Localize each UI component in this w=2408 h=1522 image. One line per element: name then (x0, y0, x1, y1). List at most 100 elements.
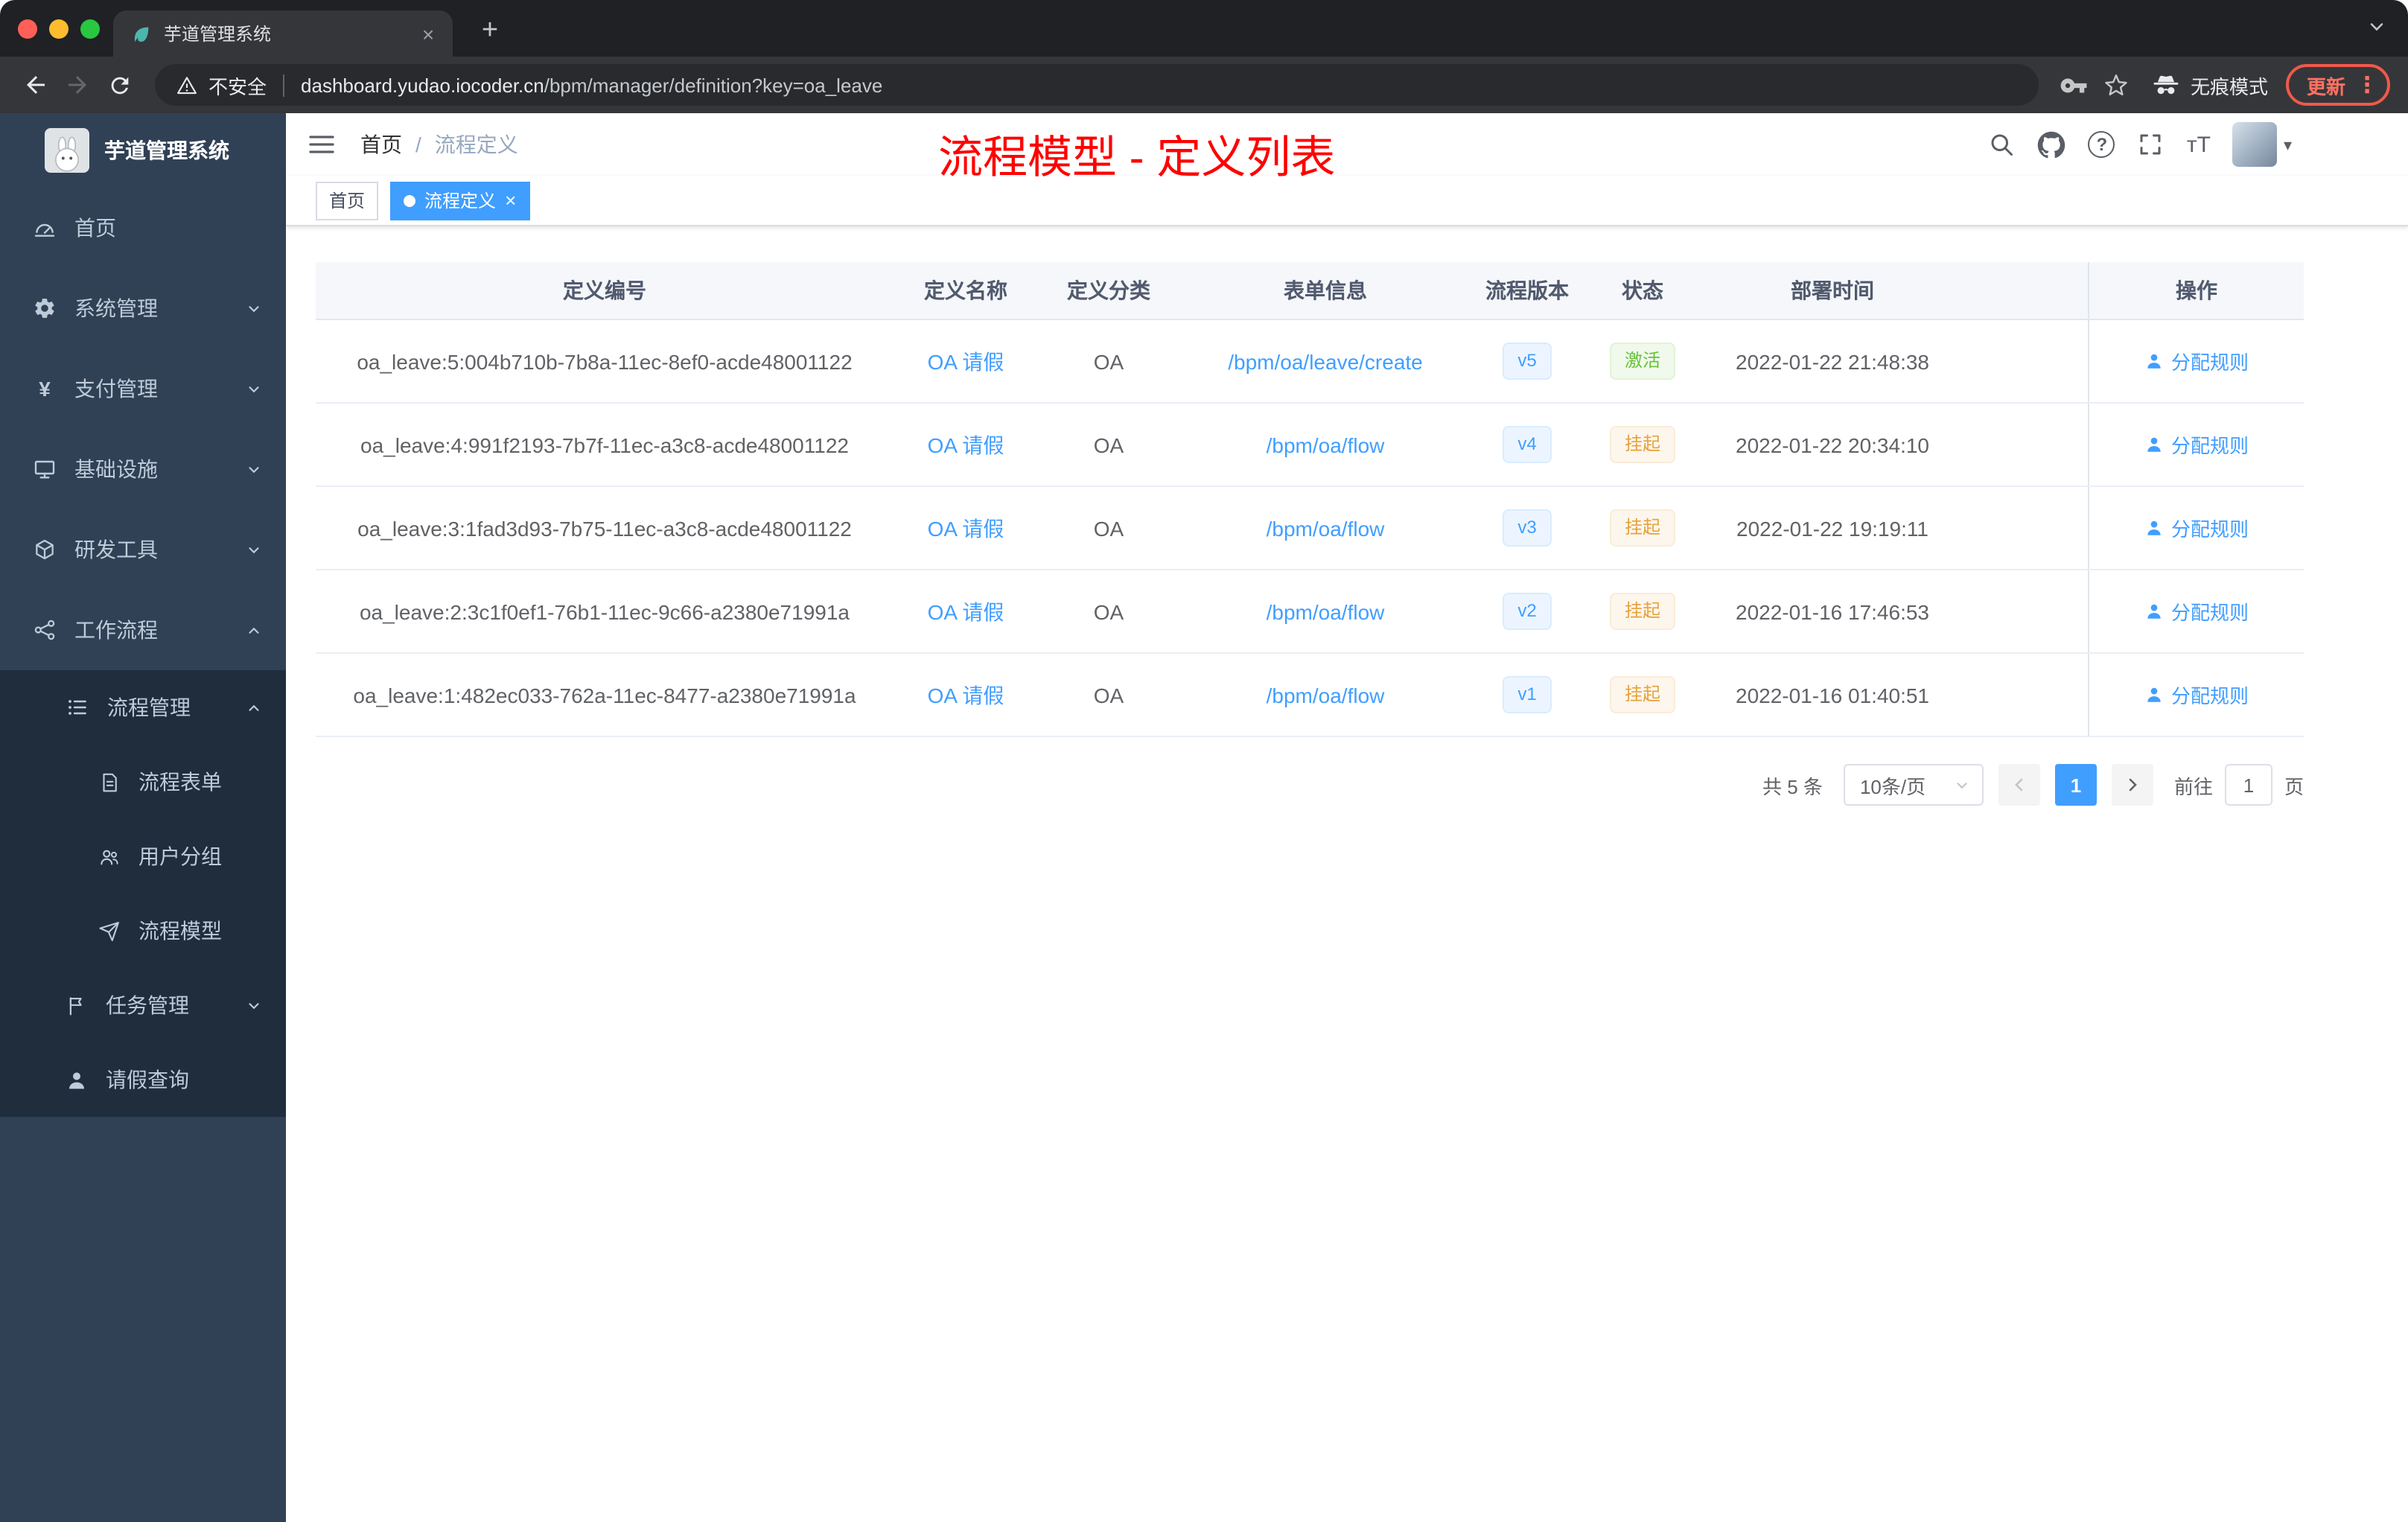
breadcrumb-home[interactable]: 首页 (360, 130, 402, 159)
password-key-icon[interactable] (2054, 64, 2095, 106)
sidebar-item-process-form[interactable]: 流程表单 (0, 745, 286, 819)
chevron-down-icon (246, 997, 262, 1013)
minimize-window-button[interactable] (49, 19, 69, 38)
col-header-definition-name: 定义名称 (924, 278, 1007, 302)
cell-deploy-time: 2022-01-16 17:46:53 (1736, 599, 1929, 623)
sidebar-item-system[interactable]: 系统管理 (0, 268, 286, 348)
sidebar-item-label: 系统管理 (74, 296, 158, 320)
tab-search-chevron-icon[interactable] (2366, 16, 2387, 37)
page-annotation: 流程模型 - 定义列表 (938, 134, 1336, 183)
omnibox-divider (283, 74, 285, 96)
assign-rule-link[interactable]: 分配规则 (2144, 597, 2249, 625)
tag-home[interactable]: 首页 (316, 181, 379, 220)
version-tag: v4 (1503, 426, 1552, 463)
zoom-window-button[interactable] (80, 19, 100, 38)
definition-name-link[interactable]: OA 请假 (928, 596, 1004, 626)
github-icon[interactable] (2038, 130, 2066, 159)
chevron-down-icon (246, 380, 262, 397)
page-size-select[interactable]: 10条/页 (1843, 764, 1984, 806)
goto-unit: 页 (2284, 775, 2304, 797)
sidebar-item-process-model[interactable]: 流程模型 (0, 894, 286, 968)
status-badge: 挂起 (1609, 509, 1675, 547)
user-menu[interactable]: ▾ (2232, 122, 2292, 167)
font-size-icon[interactable]: тT (2187, 132, 2211, 157)
sidebar-item-label: 流程表单 (138, 770, 222, 794)
form-info-link[interactable]: /bpm/oa/flow (1267, 599, 1385, 623)
table-header-row: 定义编号 定义名称 定义分类 表单信息 流程版本 状态 部署时间 操作 (316, 262, 2304, 320)
tab-strip: 芋道管理系统 × + (0, 0, 2408, 57)
close-window-button[interactable] (18, 19, 37, 38)
col-header-form-info: 表单信息 (1284, 278, 1367, 302)
col-header-spacer (1963, 262, 2088, 319)
tag-close-icon[interactable]: × (505, 191, 516, 210)
tab-close-icon[interactable]: × (415, 21, 441, 46)
hamburger-icon[interactable] (307, 130, 337, 159)
sidebar-item-workflow[interactable]: 工作流程 (0, 590, 286, 670)
table-row: oa_leave:4:991f2193-7b7f-11ec-a3c8-acde4… (316, 404, 2304, 487)
next-page-button[interactable] (2111, 764, 2153, 806)
assign-rule-label: 分配规则 (2170, 435, 2249, 457)
help-icon[interactable]: ? (2088, 131, 2115, 158)
url-host: dashboard.yudao.iocoder.cn (301, 74, 544, 96)
workflow-icon (33, 618, 57, 642)
sidebar-item-process-management[interactable]: 流程管理 (0, 670, 286, 745)
definition-name-link[interactable]: OA 请假 (928, 346, 1004, 376)
page-number-button[interactable]: 1 (2054, 764, 2097, 806)
browser-navbar: 不安全 dashboard.yudao.iocoder.cn /bpm/mana… (0, 57, 2408, 113)
table-row: oa_leave:5:004b710b-7b8a-11ec-8ef0-acde4… (316, 320, 2304, 404)
goto-page-input[interactable] (2224, 764, 2272, 806)
sidebar: 芋道管理系统 首页 系统管理 ¥ 支付管理 基础设施 研发工具 工作流程 流程管… (0, 113, 286, 1522)
bookmark-star-icon[interactable] (2095, 64, 2137, 106)
assign-rule-link[interactable]: 分配规则 (2144, 514, 2249, 542)
search-icon[interactable] (1989, 131, 2016, 158)
chrome-update-button[interactable]: 更新 ⋮ (2285, 64, 2390, 106)
user-avatar[interactable] (2232, 122, 2278, 167)
sidebar-item-label: 基础设施 (74, 457, 158, 481)
col-header-version: 流程版本 (1485, 278, 1569, 302)
incognito-icon (2152, 71, 2180, 99)
sidebar-item-task-management[interactable]: 任务管理 (0, 968, 286, 1042)
definition-name-link[interactable]: OA 请假 (928, 513, 1004, 543)
assign-rule-label: 分配规则 (2170, 602, 2249, 624)
form-info-link[interactable]: /bpm/oa/flow (1267, 516, 1385, 540)
col-header-deploy-time: 部署时间 (1791, 278, 1874, 302)
tag-label: 流程定义 (424, 191, 497, 211)
flag-icon (66, 994, 88, 1016)
browser-tab[interactable]: 芋道管理系统 × (113, 10, 453, 57)
back-button[interactable] (15, 64, 57, 106)
prev-page-button[interactable] (1998, 764, 2040, 806)
col-header-actions: 操作 (2088, 262, 2304, 319)
assign-rule-label: 分配规则 (2170, 518, 2249, 541)
security-label[interactable]: 不安全 (208, 71, 267, 99)
tag-process-definition[interactable]: 流程定义 × (390, 181, 530, 220)
goto-page: 前往 页 (2174, 764, 2304, 806)
forward-button[interactable] (57, 64, 98, 106)
reload-button[interactable] (98, 64, 140, 106)
active-dot (404, 194, 416, 206)
sidebar-item-label: 工作流程 (74, 618, 158, 642)
app-topbar: 首页 / 流程定义 流程模型 - 定义列表 ? тT ▾ (286, 113, 2408, 183)
sidebar-item-payment[interactable]: ¥ 支付管理 (0, 348, 286, 429)
form-info-link[interactable]: /bpm/oa/flow (1267, 433, 1385, 456)
sidebar-item-leave-query[interactable]: 请假查询 (0, 1042, 286, 1117)
assign-rule-link[interactable]: 分配规则 (2144, 430, 2249, 459)
sidebar-item-home[interactable]: 首页 (0, 188, 286, 268)
sidebar-item-user-group[interactable]: 用户分组 (0, 819, 286, 894)
browser-window: 芋道管理系统 × + 不安全 dashboard.yudao.iocoder.c… (0, 0, 2408, 1522)
address-bar[interactable]: 不安全 dashboard.yudao.iocoder.cn /bpm/mana… (155, 64, 2039, 106)
assign-rule-link[interactable]: 分配规则 (2144, 681, 2249, 709)
form-info-link[interactable]: /bpm/oa/flow (1267, 683, 1385, 707)
sidebar-item-label: 首页 (74, 216, 116, 240)
fullscreen-icon[interactable] (2138, 131, 2165, 158)
definition-name-link[interactable]: OA 请假 (928, 430, 1004, 459)
cell-category: OA (1093, 599, 1124, 623)
definition-name-link[interactable]: OA 请假 (928, 680, 1004, 710)
new-tab-button[interactable]: + (471, 12, 509, 51)
browser-menu-dots-icon[interactable]: ⋮ (2356, 71, 2378, 98)
sidebar-item-dev-tools[interactable]: 研发工具 (0, 509, 286, 590)
form-info-link[interactable]: /bpm/oa/leave/create (1228, 349, 1423, 373)
version-tag: v2 (1503, 593, 1552, 630)
cube-icon (33, 538, 57, 561)
sidebar-item-infrastructure[interactable]: 基础设施 (0, 429, 286, 509)
assign-rule-link[interactable]: 分配规则 (2144, 347, 2249, 375)
